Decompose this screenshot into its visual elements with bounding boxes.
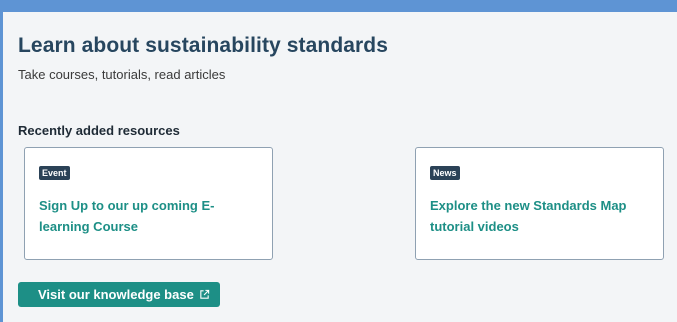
recent-resources-heading: Recently added resources <box>18 123 180 138</box>
external-link-icon <box>199 289 210 300</box>
resource-card-title[interactable]: Sign Up to our up coming E-learning Cour… <box>39 195 254 237</box>
page-subtitle: Take courses, tutorials, read articles <box>18 67 226 82</box>
visit-knowledge-base-button[interactable]: Visit our knowledge base <box>18 282 220 307</box>
event-badge: Event <box>39 166 70 180</box>
window-top-border <box>0 0 677 12</box>
resource-card-title[interactable]: Explore the new Standards Map tutorial v… <box>430 195 645 237</box>
resource-card-event[interactable]: Event Sign Up to our up coming E-learnin… <box>24 147 273 260</box>
page-title: Learn about sustainability standards <box>18 34 389 57</box>
visit-knowledge-base-label: Visit our knowledge base <box>38 287 194 302</box>
news-badge: News <box>430 166 460 180</box>
learn-section: Learn about sustainability standards Tak… <box>3 12 677 322</box>
resource-card-news[interactable]: News Explore the new Standards Map tutor… <box>415 147 664 260</box>
